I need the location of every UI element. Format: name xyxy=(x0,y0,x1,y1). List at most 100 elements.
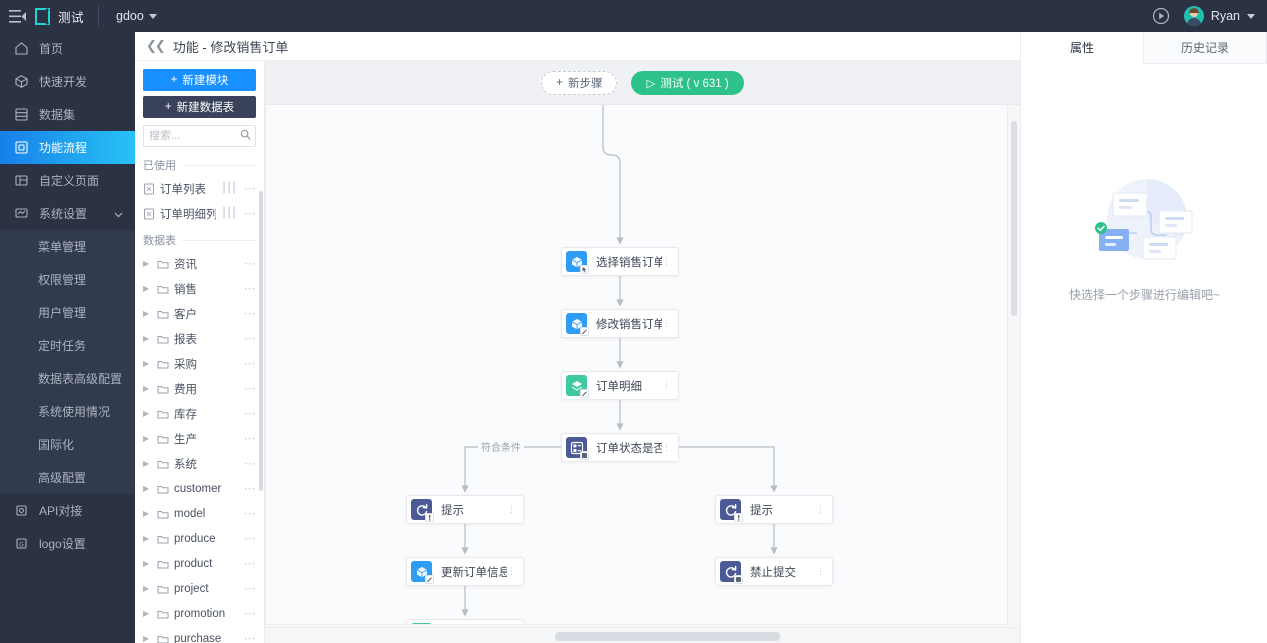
chevron-right-icon[interactable]: ▶ xyxy=(143,284,152,293)
sidebar-subitem-6[interactable]: 国际化 xyxy=(0,428,135,461)
chevron-right-icon[interactable]: ▶ xyxy=(143,384,152,393)
tree-folder-item-11[interactable]: ▶ produce ⋯ xyxy=(135,526,264,551)
canvas-vertical-scrollbar[interactable] xyxy=(1011,121,1017,316)
more-actions-icon[interactable]: ⋯ xyxy=(244,257,256,270)
more-actions-icon[interactable]: ⋯ xyxy=(244,307,256,320)
more-actions-icon[interactable]: ⋯ xyxy=(244,607,256,620)
tree-used-item-1[interactable]: 订单明细列表 ┃┃┃ ⋯ xyxy=(135,201,264,226)
node-more-icon[interactable]: ⋮ xyxy=(662,443,671,452)
sidebar-subitem-3[interactable]: 定时任务 xyxy=(0,329,135,362)
sidebar-subitem-2[interactable]: 用户管理 xyxy=(0,296,135,329)
search-box[interactable] xyxy=(143,125,256,147)
chevron-right-icon[interactable]: ▶ xyxy=(143,534,152,543)
play-circle-icon[interactable] xyxy=(1152,7,1170,25)
sidebar-item-2[interactable]: 数据集 xyxy=(0,98,135,131)
tree-folder-item-4[interactable]: ▶ 采购 ⋯ xyxy=(135,351,264,376)
flow-node-n4[interactable]: 订单状态是否... ⋮ xyxy=(561,433,679,462)
tree-folder-item-9[interactable]: ▶ customer ⋯ xyxy=(135,476,264,501)
project-selector[interactable]: gdoo xyxy=(116,9,157,23)
chevron-right-icon[interactable]: ▶ xyxy=(143,434,152,443)
node-more-icon[interactable]: ⋮ xyxy=(816,567,825,576)
canvas-inner[interactable]: 符合条件 选择销售订单 ⋮ 修改销售订单 ⋮ 订单明细 ⋮ 订单状态是 ⋮ 提示… xyxy=(265,105,1008,625)
sidebar-subitem-7[interactable]: 高级配置 xyxy=(0,461,135,494)
tree-folder-item-2[interactable]: ▶ 客户 ⋯ xyxy=(135,301,264,326)
search-input[interactable] xyxy=(149,130,235,142)
chevron-right-icon[interactable]: ▶ xyxy=(143,584,152,593)
tree-folder-item-7[interactable]: ▶ 生产 ⋯ xyxy=(135,426,264,451)
user-menu[interactable]: Ryan xyxy=(1183,6,1255,26)
menu-collapse-icon[interactable] xyxy=(0,0,34,32)
flow-node-n6[interactable]: 更新订单信息 ⋮ xyxy=(406,557,524,586)
sidebar-item-0[interactable]: 首页 xyxy=(0,32,135,65)
chevron-right-icon[interactable]: ▶ xyxy=(143,359,152,368)
more-actions-icon[interactable]: ⋯ xyxy=(244,382,256,395)
tree-folder-item-10[interactable]: ▶ model ⋯ xyxy=(135,501,264,526)
sidebar-item-3[interactable]: 功能流程 xyxy=(0,131,135,164)
more-actions-icon[interactable]: ⋯ xyxy=(244,432,256,445)
more-actions-icon[interactable]: ⋯ xyxy=(244,532,256,545)
properties-tab-1[interactable]: 历史记录 xyxy=(1144,32,1267,63)
more-actions-icon[interactable]: ⋯ xyxy=(244,632,256,643)
more-actions-icon[interactable]: ⋯ xyxy=(244,407,256,420)
node-more-icon[interactable]: ⋮ xyxy=(507,567,516,576)
tree-folder-item-5[interactable]: ▶ 费用 ⋯ xyxy=(135,376,264,401)
more-actions-icon[interactable]: ⋯ xyxy=(244,482,256,495)
chevron-right-icon[interactable]: ▶ xyxy=(143,459,152,468)
more-actions-icon[interactable]: ⋯ xyxy=(244,182,256,195)
chevron-right-icon[interactable]: ▶ xyxy=(143,259,152,268)
tree-folder-item-12[interactable]: ▶ product ⋯ xyxy=(135,551,264,576)
sidebar-subitem-4[interactable]: 数据表高级配置 xyxy=(0,362,135,395)
tree-folder-item-14[interactable]: ▶ promotion ⋯ xyxy=(135,601,264,626)
flow-node-n8[interactable]: 提示 ⋮ xyxy=(715,495,833,524)
more-actions-icon[interactable]: ⋯ xyxy=(244,507,256,520)
add-step-button[interactable]: + 新步骤 xyxy=(541,70,618,95)
test-run-button[interactable]: ▷ 测试 ( v 631 ) xyxy=(631,70,744,95)
node-more-icon[interactable]: ⋮ xyxy=(662,381,671,390)
tree-folder-item-3[interactable]: ▶ 报表 ⋯ xyxy=(135,326,264,351)
new-module-button[interactable]: + 新建模块 xyxy=(143,69,256,91)
sidebar-bottom-item-0[interactable]: API对接 xyxy=(0,494,135,527)
properties-tab-0[interactable]: 属性 xyxy=(1021,32,1144,64)
sidebar-subitem-1[interactable]: 权限管理 xyxy=(0,263,135,296)
tree-folder-item-8[interactable]: ▶ 系统 ⋯ xyxy=(135,451,264,476)
sidebar-item-5[interactable]: 系统设置 xyxy=(0,197,135,230)
more-actions-icon[interactable]: ⋯ xyxy=(244,557,256,570)
more-actions-icon[interactable]: ⋯ xyxy=(244,457,256,470)
flow-node-n1[interactable]: 选择销售订单 ⋮ xyxy=(561,247,679,276)
flow-node-n3[interactable]: 订单明细 ⋮ xyxy=(561,371,679,400)
chevron-right-icon[interactable]: ▶ xyxy=(143,334,152,343)
chevron-right-icon[interactable]: ▶ xyxy=(143,484,152,493)
flow-node-n7[interactable]: 更新订单明细 ⋮ xyxy=(406,619,524,624)
chevron-right-icon[interactable]: ▶ xyxy=(143,609,152,618)
chevron-down-icon[interactable] xyxy=(114,207,123,221)
tree-folder-item-13[interactable]: ▶ project ⋯ xyxy=(135,576,264,601)
chevron-right-icon[interactable]: ▶ xyxy=(143,559,152,568)
flow-node-n2[interactable]: 修改销售订单 ⋮ xyxy=(561,309,679,338)
new-table-button[interactable]: + 新建数据表 xyxy=(143,96,256,118)
tree-folder-item-0[interactable]: ▶ 资讯 ⋯ xyxy=(135,251,264,276)
tree-folder-item-15[interactable]: ▶ purchase ⋯ xyxy=(135,626,264,643)
chevron-right-icon[interactable]: ▶ xyxy=(143,509,152,518)
brand[interactable]: 测试 xyxy=(34,0,98,32)
tree-vertical-scrollbar[interactable] xyxy=(259,191,263,491)
sidebar-subitem-5[interactable]: 系统使用情况 xyxy=(0,395,135,428)
search-icon[interactable] xyxy=(240,129,251,143)
node-more-icon[interactable]: ⋮ xyxy=(662,319,671,328)
more-actions-icon[interactable]: ⋯ xyxy=(244,282,256,295)
sidebar-subitem-0[interactable]: 菜单管理 xyxy=(0,230,135,263)
more-actions-icon[interactable]: ⋯ xyxy=(244,207,256,220)
node-more-icon[interactable]: ⋮ xyxy=(662,257,671,266)
chevron-right-icon[interactable]: ▶ xyxy=(143,309,152,318)
tree-folder-item-1[interactable]: ▶ 销售 ⋯ xyxy=(135,276,264,301)
tree-scroll-area[interactable]: 已使用 订单列表 ┃┃┃ ⋯ 订单明细列表 ┃┃┃ ⋯ 数据表 xyxy=(135,151,264,643)
node-more-icon[interactable]: ⋮ xyxy=(816,505,825,514)
canvas-horizontal-scrollbar[interactable] xyxy=(555,632,780,641)
flow-node-n5[interactable]: 提示 ⋮ xyxy=(406,495,524,524)
more-actions-icon[interactable]: ⋯ xyxy=(244,357,256,370)
sidebar-item-4[interactable]: 自定义页面 xyxy=(0,164,135,197)
sidebar-item-1[interactable]: 快速开发 xyxy=(0,65,135,98)
settings-sliders-icon[interactable]: ┃┃┃ xyxy=(221,183,237,194)
flow-node-n9[interactable]: 禁止提交 ⋮ xyxy=(715,557,833,586)
node-more-icon[interactable]: ⋮ xyxy=(507,505,516,514)
more-actions-icon[interactable]: ⋯ xyxy=(244,332,256,345)
